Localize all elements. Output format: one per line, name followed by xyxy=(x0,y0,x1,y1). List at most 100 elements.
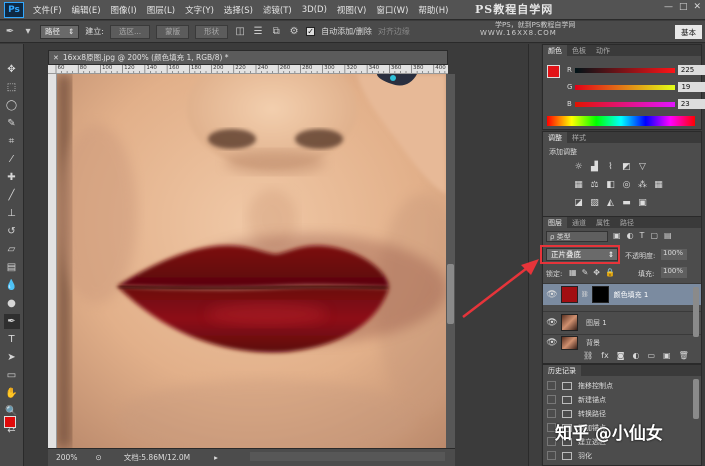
minimize-icon[interactable]: — xyxy=(664,2,673,12)
eye-icon[interactable]: 👁 xyxy=(543,290,561,300)
exposure-icon[interactable]: ◩ xyxy=(621,162,632,172)
selective-color-icon[interactable]: ▣ xyxy=(637,198,648,208)
gradient-map-icon[interactable]: ▬ xyxy=(621,198,632,208)
fx-icon[interactable]: fx xyxy=(601,351,609,360)
history-scroll-thumb[interactable] xyxy=(693,379,699,419)
blue-track[interactable] xyxy=(574,101,675,107)
hand-tool-icon[interactable]: ✋ xyxy=(4,386,20,401)
align-edges-label[interactable]: 对齐边缘 xyxy=(378,26,410,37)
clone-stamp-tool-icon[interactable]: ⊥ xyxy=(4,206,20,221)
layer-row[interactable]: 👁 背景 xyxy=(543,334,701,350)
vertical-scrollbar[interactable] xyxy=(446,74,455,448)
menu-window[interactable]: 窗口(W) xyxy=(371,4,413,16)
snapshot-checkbox[interactable] xyxy=(547,395,556,404)
tab-styles[interactable]: 样式 xyxy=(567,132,591,143)
foreground-color-preview[interactable] xyxy=(547,65,560,78)
menu-edit[interactable]: 编辑(E) xyxy=(67,4,106,16)
crop-tool-icon[interactable]: ⌗ xyxy=(4,134,20,149)
horizontal-scrollbar[interactable] xyxy=(250,452,445,461)
invert-icon[interactable]: ◪ xyxy=(573,198,584,208)
lock-position-icon[interactable]: ✥ xyxy=(593,268,600,277)
pen-mode-select[interactable]: 路径 ⇕ xyxy=(40,24,80,39)
move-tool-icon[interactable]: ✥ xyxy=(4,62,20,77)
layer-mask-thumbnail[interactable] xyxy=(591,286,609,303)
document-tab[interactable]: ✕ 16xx8原图.jpg @ 200% (颜色填充 1, RGB/8) * xyxy=(48,50,448,65)
path-select-tool-icon[interactable]: ➤ xyxy=(4,350,20,365)
red-value[interactable]: 225 xyxy=(677,65,705,75)
type-tool-icon[interactable]: T xyxy=(4,332,20,347)
vertical-scroll-thumb[interactable] xyxy=(447,264,454,324)
vibrance-icon[interactable]: ▽ xyxy=(637,162,648,172)
path-arrangement-icon[interactable]: ⧉ xyxy=(270,26,282,38)
tab-adjustments[interactable]: 调整 xyxy=(543,132,567,143)
lock-all-icon[interactable]: 🔒 xyxy=(605,268,615,277)
color-balance-icon[interactable]: ⚖ xyxy=(589,180,600,190)
menu-view[interactable]: 视图(V) xyxy=(332,4,371,16)
eraser-tool-icon[interactable]: ▱ xyxy=(4,242,20,257)
channel-mixer-icon[interactable]: ⁂ xyxy=(637,180,648,190)
blue-value[interactable]: 23 xyxy=(677,99,705,109)
tab-layers[interactable]: 图层 xyxy=(543,217,567,228)
menu-select[interactable]: 选择(S) xyxy=(219,4,258,16)
menu-3d[interactable]: 3D(D) xyxy=(297,5,332,15)
snapshot-checkbox[interactable] xyxy=(547,381,556,390)
lock-pixels-icon[interactable]: ▦ xyxy=(569,268,577,277)
tab-paths[interactable]: 路径 xyxy=(615,217,639,228)
trash-icon[interactable]: 🗑 xyxy=(679,351,689,360)
opacity-input[interactable]: 100% xyxy=(661,249,687,260)
tab-actions[interactable]: 动作 xyxy=(591,45,615,56)
path-alignment-icon[interactable]: ☰ xyxy=(252,26,264,38)
gear-icon[interactable]: ⚙ xyxy=(288,26,300,38)
gradient-tool-icon[interactable]: ▤ xyxy=(4,260,20,275)
make-selection-button[interactable]: 选区... xyxy=(110,24,151,39)
menu-filter[interactable]: 滤镜(T) xyxy=(258,4,297,16)
tab-history[interactable]: 历史记录 xyxy=(543,365,581,376)
link-icon[interactable]: ⛓ xyxy=(581,291,589,298)
make-shape-button[interactable]: 形状 xyxy=(195,24,229,39)
image-canvas[interactable] xyxy=(57,74,446,448)
auto-add-delete-checkbox[interactable]: ✓ xyxy=(306,27,316,36)
menu-layer[interactable]: 图层(L) xyxy=(142,4,180,16)
color-spectrum[interactable] xyxy=(547,116,695,126)
folder-icon[interactable]: ▭ xyxy=(647,351,655,360)
close-icon[interactable]: ✕ xyxy=(693,2,701,12)
lock-paint-icon[interactable]: ✎ xyxy=(582,268,589,277)
adjustment-icon[interactable]: ◐ xyxy=(632,351,639,360)
chevron-right-icon[interactable]: ▸ xyxy=(214,453,218,462)
filter-adjust-icon[interactable]: ◐ xyxy=(627,231,634,240)
layer-filter-select[interactable]: ρ 类型 xyxy=(546,231,608,242)
foreground-color-swatch[interactable] xyxy=(4,416,16,428)
red-slider[interactable]: R 225 xyxy=(567,65,705,75)
rectangle-tool-icon[interactable]: ▭ xyxy=(4,368,20,383)
pen-tool-icon[interactable]: ✒ xyxy=(3,314,20,329)
black-white-icon[interactable]: ◧ xyxy=(605,180,616,190)
history-item[interactable]: 新建锚点 xyxy=(543,393,693,406)
photo-filter-icon[interactable]: ◎ xyxy=(621,180,632,190)
mask-icon[interactable]: ◙ xyxy=(617,351,625,360)
filter-smart-icon[interactable]: ▤ xyxy=(664,231,672,240)
close-icon[interactable]: ✕ xyxy=(53,54,59,62)
blur-tool-icon[interactable]: 💧 xyxy=(4,278,20,293)
eye-icon[interactable]: 👁 xyxy=(543,338,561,348)
lasso-tool-icon[interactable]: ◯ xyxy=(4,98,20,113)
layer-row[interactable]: 👁 图层 1 xyxy=(543,311,701,333)
filter-pixel-icon[interactable]: ▣ xyxy=(613,231,621,240)
path-operations-icon[interactable]: ◫ xyxy=(234,26,246,38)
eyedropper-tool-icon[interactable]: ⁄ xyxy=(4,152,20,167)
tab-properties[interactable]: 属性 xyxy=(591,217,615,228)
menu-file[interactable]: 文件(F) xyxy=(28,4,67,16)
eye-icon[interactable]: 👁 xyxy=(543,318,561,328)
menu-help[interactable]: 帮助(H) xyxy=(413,4,453,16)
healing-brush-tool-icon[interactable]: ✚ xyxy=(4,170,20,185)
workspace-switcher[interactable]: 基本 xyxy=(675,25,702,39)
chevron-down-icon[interactable]: ▾ xyxy=(22,26,34,38)
green-value[interactable]: 19 xyxy=(678,82,705,92)
pen-tool-icon[interactable]: ✒ xyxy=(4,26,16,38)
make-mask-button[interactable]: 蒙版 xyxy=(156,24,190,39)
marquee-tool-icon[interactable]: ⬚ xyxy=(4,80,20,95)
snapshot-checkbox[interactable] xyxy=(547,409,556,418)
green-track[interactable] xyxy=(575,84,676,90)
tab-channels[interactable]: 通道 xyxy=(567,217,591,228)
snapshot-checkbox[interactable] xyxy=(547,451,556,460)
tab-color[interactable]: 颜色 xyxy=(543,45,567,56)
